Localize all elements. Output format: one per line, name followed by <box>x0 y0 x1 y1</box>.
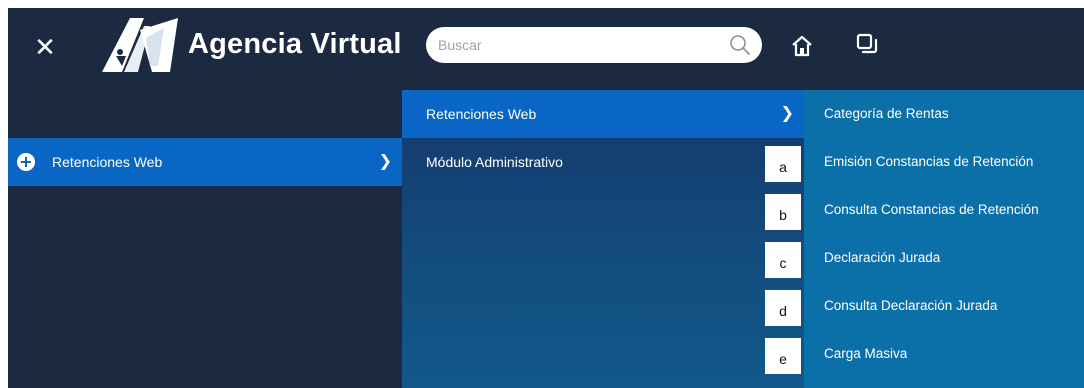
search-input[interactable] <box>438 33 718 57</box>
menu-item-label: Retenciones Web <box>52 154 163 170</box>
annotation-marker-a: a <box>765 146 801 182</box>
top-bar: ✕ Agencia Virtual <box>8 8 1084 90</box>
close-icon[interactable]: ✕ <box>30 32 60 62</box>
chevron-right-icon: ❯ <box>780 105 794 122</box>
option-consulta-declaracion-jurada[interactable]: Consulta Declaración Jurada <box>804 282 1084 330</box>
search-icon[interactable] <box>728 33 752 57</box>
windows-icon[interactable] <box>856 33 878 55</box>
chevron-right-icon: ❯ <box>378 153 392 170</box>
option-label: Consulta Constancias de Retención <box>824 202 1039 217</box>
annotation-marker-e: e <box>765 338 801 374</box>
option-categoria-de-rentas[interactable]: Categoría de Rentas <box>804 90 1084 138</box>
option-label: Emisión Constancias de Retención <box>824 154 1034 169</box>
submenu-panel: Retenciones Web ❯ Módulo Administrativo … <box>402 90 804 388</box>
annotation-marker-d: d <box>765 290 801 326</box>
submenu-item-modulo-administrativo[interactable]: Módulo Administrativo <box>402 138 804 186</box>
annotation-marker-b: b <box>765 194 801 230</box>
option-consulta-constancias[interactable]: Consulta Constancias de Retención <box>804 186 1084 234</box>
options-panel: Categoría de Rentas Emisión Constancias … <box>804 90 1084 388</box>
submenu-item-label: Módulo Administrativo <box>426 154 563 170</box>
submenu-item-retenciones-web[interactable]: Retenciones Web ❯ <box>402 90 804 138</box>
option-label: Carga Masiva <box>824 346 908 361</box>
option-declaracion-jurada[interactable]: Declaración Jurada <box>804 234 1084 282</box>
option-label: Categoría de Rentas <box>824 106 949 121</box>
option-emision-constancias[interactable]: Emisión Constancias de Retención <box>804 138 1084 186</box>
option-carga-masiva[interactable]: Carga Masiva <box>804 330 1084 378</box>
home-icon[interactable] <box>791 35 813 57</box>
agencia-virtual-logo <box>102 18 178 72</box>
app-frame: ✕ Agencia Virtual Buscar Retenciones Web… <box>8 8 1084 388</box>
brand-name: Agencia Virtual <box>188 28 402 60</box>
main-menu-panel: Retenciones Web ❯ <box>8 90 402 388</box>
option-label: Declaración Jurada <box>824 250 941 265</box>
search-box <box>426 27 762 63</box>
submenu-item-label: Retenciones Web <box>426 106 537 122</box>
annotation-marker-c: c <box>765 242 801 278</box>
menu-item-retenciones-web[interactable]: Retenciones Web ❯ <box>8 138 402 186</box>
plus-circle-icon <box>17 153 35 171</box>
option-label: Consulta Declaración Jurada <box>824 298 998 313</box>
